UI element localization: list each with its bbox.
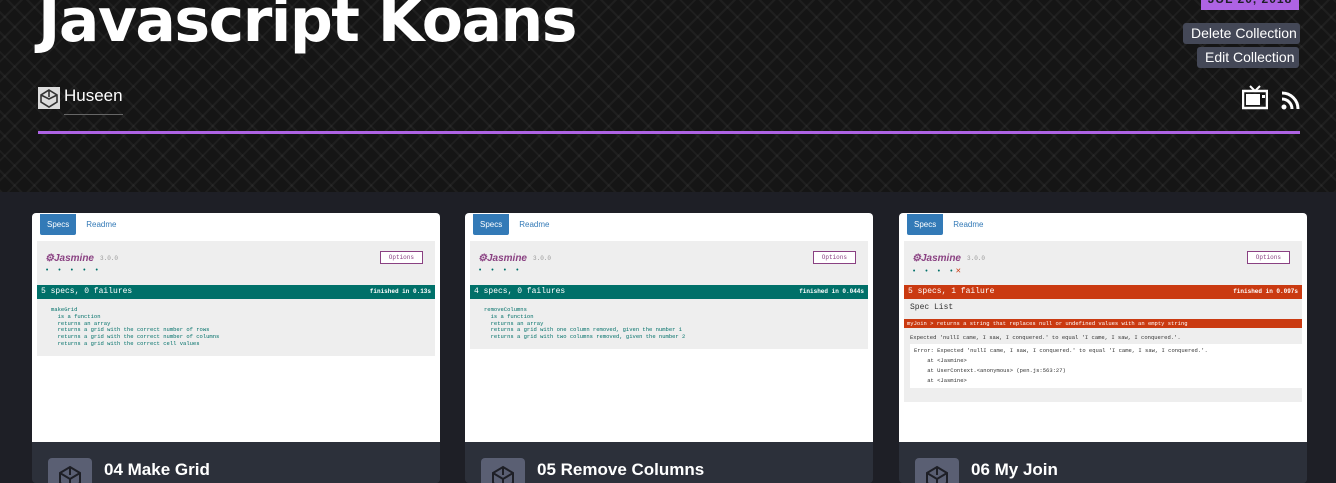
- delete-collection-button[interactable]: Delete Collection: [1183, 23, 1300, 44]
- tab-readme[interactable]: Readme: [953, 220, 983, 229]
- options-button[interactable]: Options: [1246, 251, 1290, 264]
- summary-bar: 4 specs, 0 failures finished in 0.044s: [470, 285, 868, 299]
- tab-readme[interactable]: Readme: [86, 220, 116, 229]
- user-avatar: [38, 87, 60, 109]
- spec-dots: • • • • •: [45, 267, 101, 275]
- spec-dots: • • • •: [478, 267, 522, 275]
- jasmine-logo: ⚙Jasmine: [912, 253, 961, 264]
- finished-time: finished in 0.097s: [1233, 288, 1298, 295]
- codepen-icon: [48, 458, 92, 483]
- finished-time: finished in 0.13s: [369, 288, 431, 295]
- finished-time: finished in 0.044s: [799, 288, 864, 295]
- card-footer: 06 My Join: [899, 442, 1307, 483]
- jasmine-version: 3.0.0: [967, 255, 986, 262]
- spec-list: makeGrid is a function returns an array …: [51, 306, 220, 347]
- failure-message: Expected 'nullI came, I saw, I conquered…: [910, 334, 1181, 341]
- options-button[interactable]: Options: [379, 251, 423, 264]
- codepen-icon: [481, 458, 525, 483]
- pen-title[interactable]: 04 Make Grid: [104, 460, 210, 480]
- jasmine-report: ⚙Jasmine 3.0.0 • • • •✕ Options 5 specs,…: [904, 241, 1302, 402]
- pen-title[interactable]: 05 Remove Columns: [537, 460, 704, 480]
- pen-card[interactable]: Specs Readme ⚙Jasmine 3.0.0 • • • • • Op…: [32, 213, 440, 483]
- spec-list: removeColumns is a function returns an a…: [484, 306, 686, 341]
- pen-card[interactable]: Specs Readme ⚙Jasmine 3.0.0 • • • • Opti…: [465, 213, 873, 483]
- summary-bar: 5 specs, 1 failure finished in 0.097s: [904, 285, 1302, 299]
- header-divider: [38, 131, 1300, 134]
- card-footer: 05 Remove Columns: [465, 442, 873, 483]
- jasmine-logo: ⚙Jasmine: [45, 253, 94, 264]
- tv-icon[interactable]: [1241, 84, 1269, 115]
- jasmine-report: ⚙Jasmine 3.0.0 • • • • • Options 5 specs…: [37, 241, 435, 356]
- preview-tabs: Specs Readme: [907, 213, 983, 235]
- failure-trace: Error: Expected 'nullI came, I saw, I co…: [910, 344, 1302, 388]
- summary-text: 5 specs, 0 failures: [41, 287, 133, 296]
- spec-dots: • • • •✕: [912, 268, 964, 276]
- pen-preview[interactable]: Specs Readme ⚙Jasmine 3.0.0 • • • •✕ Opt…: [899, 213, 1307, 442]
- summary-bar: 5 specs, 0 failures finished in 0.13s: [37, 285, 435, 299]
- collection-title: Javascript Koans: [38, 0, 577, 56]
- pen-card[interactable]: Specs Readme ⚙Jasmine 3.0.0 • • • •✕ Opt…: [899, 213, 1307, 483]
- tab-specs[interactable]: Specs: [907, 213, 944, 235]
- pen-title[interactable]: 06 My Join: [971, 460, 1058, 480]
- user-name[interactable]: Huseen: [64, 85, 123, 115]
- pen-preview[interactable]: Specs Readme ⚙Jasmine 3.0.0 • • • • Opti…: [465, 213, 873, 442]
- tab-specs[interactable]: Specs: [473, 213, 510, 235]
- jasmine-version: 3.0.0: [533, 255, 552, 262]
- edit-collection-button[interactable]: Edit Collection: [1197, 47, 1299, 68]
- failure-title: myJoin > returns a string that replaces …: [904, 319, 1302, 328]
- jasmine-logo: ⚙Jasmine: [478, 253, 527, 264]
- preview-tabs: Specs Readme: [473, 213, 549, 235]
- codepen-icon: [915, 458, 959, 483]
- card-footer: 04 Make Grid: [32, 442, 440, 483]
- jasmine-version: 3.0.0: [100, 255, 119, 262]
- rss-icon[interactable]: [1281, 90, 1301, 115]
- user-link[interactable]: Huseen: [38, 85, 123, 115]
- preview-tabs: Specs Readme: [40, 213, 116, 235]
- summary-text: 5 specs, 1 failure: [908, 287, 995, 296]
- tab-readme[interactable]: Readme: [519, 220, 549, 229]
- collection-header: Javascript Koans JUL 20, 2018 Delete Col…: [0, 0, 1336, 192]
- options-button[interactable]: Options: [812, 251, 856, 264]
- tab-specs[interactable]: Specs: [40, 213, 77, 235]
- failed-spec-mark: ✕: [955, 268, 964, 276]
- spec-list-link[interactable]: Spec List: [904, 299, 1302, 316]
- date-badge: JUL 20, 2018: [1201, 0, 1299, 10]
- pen-preview[interactable]: Specs Readme ⚙Jasmine 3.0.0 • • • • • Op…: [32, 213, 440, 442]
- summary-text: 4 specs, 0 failures: [474, 287, 566, 296]
- jasmine-report: ⚙Jasmine 3.0.0 • • • • Options 4 specs, …: [470, 241, 868, 349]
